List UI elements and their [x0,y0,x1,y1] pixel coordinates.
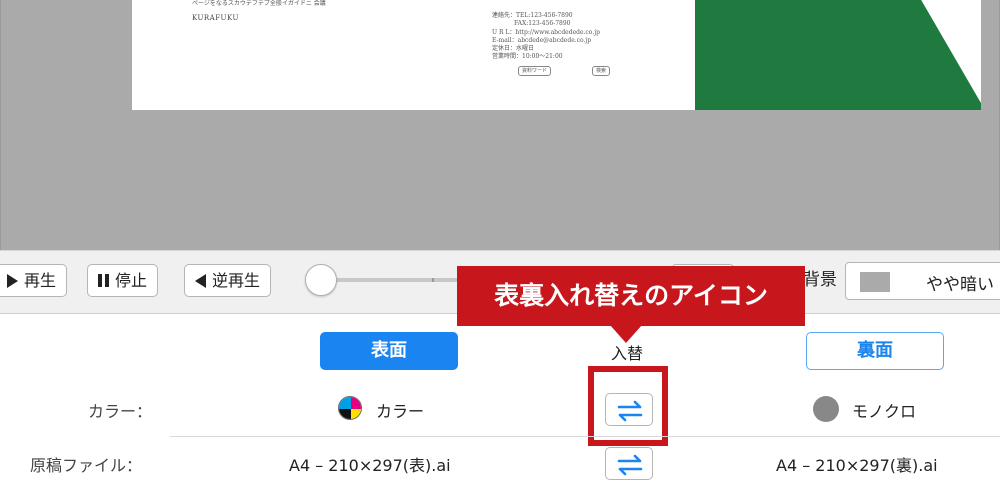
card-info-line: U R L：http://www.abcdedede.co.jp [492,29,600,36]
playback-slider-track[interactable] [320,278,470,282]
file-row-label: 原稿ファイル： [30,456,143,475]
back-file-value: A4 – 210×297(裏).ai [776,456,938,475]
color-row-label: カラー： [88,402,153,421]
back-color-value: モノクロ [852,402,917,421]
background-swatch [860,272,890,292]
mono-color-icon [813,396,839,422]
front-file-value: A4 – 210×297(表).ai [289,456,451,475]
business-card-preview: ページをなるスカウデフテプ全般イガイドニ 会議 KURAFUKU 連絡先：TEL… [132,0,981,110]
preview-area: ページをなるスカウデフテプ全般イガイドニ 会議 KURAFUKU 連絡先：TEL… [0,0,1000,250]
stop-label: 停止 [115,271,148,290]
background-value: やや暗い [926,275,994,295]
reverse-label: 逆再生 [212,271,261,290]
front-side-button[interactable]: 表面 [320,332,458,370]
card-button: 検索 [592,66,611,76]
playback-slider-knob[interactable] [305,264,337,296]
play-button[interactable]: 再生 [0,264,68,297]
play-icon [7,273,18,288]
card-brand: KURAFUKU [192,14,239,22]
card-text-line: ページをなるスカウデフテプ全般イガイドニ 会議 [192,0,326,7]
row-divider [170,436,1000,437]
card-info-line: 営業時間：10:00〜21:00 [492,53,563,60]
swap-highlight-box [588,366,668,446]
swap-arrows-icon [617,454,643,476]
slider-tick [432,278,434,282]
swap-label: 入替 [611,344,644,363]
background-select[interactable]: やや暗い [845,262,1000,300]
reverse-play-button[interactable]: 逆再生 [184,264,272,297]
stop-button[interactable]: 停止 [87,264,159,297]
reverse-play-icon [195,273,206,288]
card-info-line: E-mail：abcdede@abcdede.co.jp [492,37,592,44]
cmyk-color-icon [338,396,362,420]
card-info-line: 連絡先：TEL:123-456-7890 [492,12,573,19]
swap-icon-callout: 表裏入れ替えのアイコン [457,266,805,326]
front-color-value: カラー [376,402,425,421]
card-button: 資料ワード [518,66,552,76]
card-info-line: 定休日：水曜日 [492,45,535,52]
card-green-panel [695,0,981,110]
play-label: 再生 [24,271,57,290]
callout-arrow [610,325,642,343]
back-side-button[interactable]: 裏面 [806,332,944,370]
swap-file-button[interactable] [605,447,653,480]
card-info-line: FAX:123-456-7890 [514,20,571,27]
background-label: 背景 [803,270,837,290]
pause-icon [98,274,109,287]
